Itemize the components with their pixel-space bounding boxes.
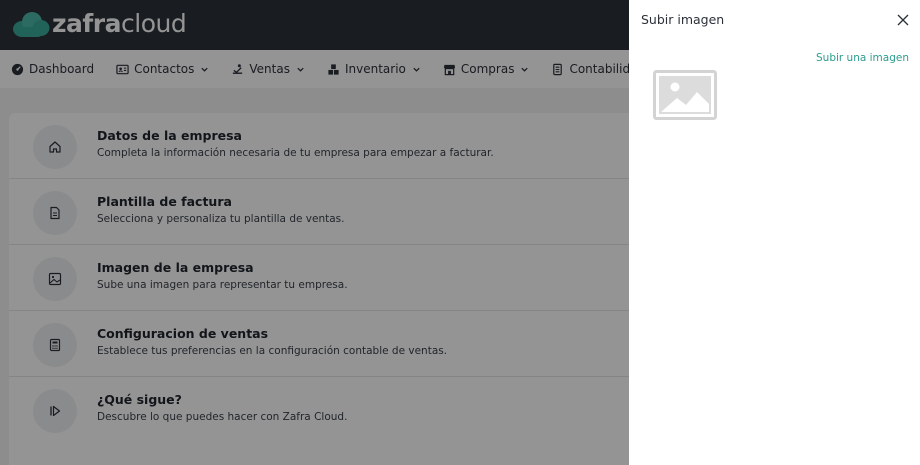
image-placeholder-icon <box>653 70 717 120</box>
modal-backdrop[interactable] <box>0 0 629 465</box>
close-icon[interactable] <box>895 12 911 28</box>
drawer-title: Subir imagen <box>641 12 725 27</box>
upload-image-drawer: Subir imagen Subir una imagen <box>629 0 920 465</box>
upload-image-link[interactable]: Subir una imagen <box>816 52 909 64</box>
